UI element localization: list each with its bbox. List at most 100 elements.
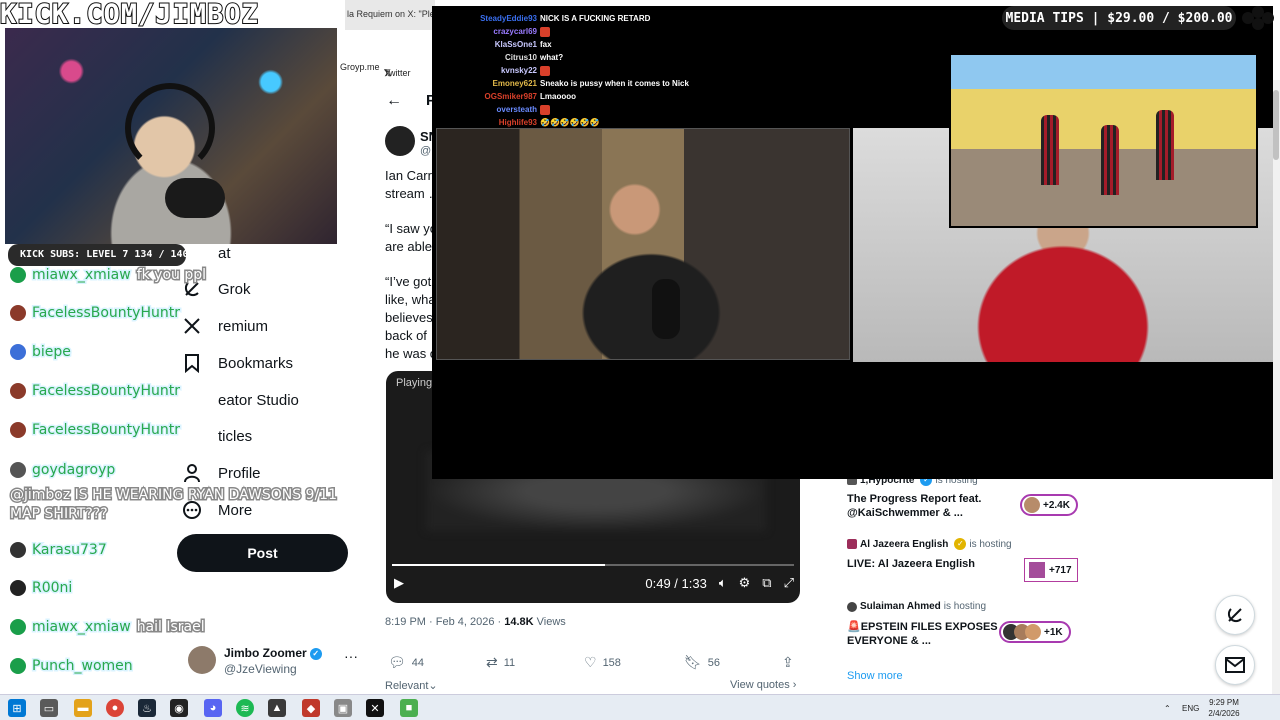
nav-label-grok: Grok: [218, 280, 251, 298]
account-more-icon[interactable]: ···: [344, 648, 358, 664]
avatar: [1024, 497, 1040, 513]
listener-count-pill[interactable]: +1K: [999, 621, 1071, 643]
tray-chevron-icon[interactable]: ⌃: [1164, 695, 1171, 720]
listener-count-pill[interactable]: +717: [1024, 558, 1078, 582]
taskbar-clock[interactable]: 9:29 PM 2/4/2026: [1204, 697, 1244, 719]
nav-item-profile[interactable]: Profile: [180, 458, 261, 488]
host-suffix: is hosting: [943, 601, 987, 612]
grok-float-button[interactable]: [1215, 595, 1255, 635]
emote-icon: [540, 105, 550, 115]
host-avatar: [847, 601, 857, 612]
microphone-shape: [652, 279, 680, 339]
file-explorer-icon[interactable]: ▬: [74, 699, 92, 717]
post-button[interactable]: Post: [177, 534, 348, 572]
volume-icon[interactable]: 🔈︎: [719, 575, 727, 591]
figure-shape: [1101, 125, 1119, 195]
obs-icon[interactable]: ◉: [170, 699, 188, 717]
language-indicator[interactable]: ENG: [1182, 695, 1199, 720]
tweet-text-line: believes: [385, 310, 433, 325]
app-icon[interactable]: ▣: [334, 699, 352, 717]
chat-badge-icon: [10, 267, 26, 283]
microphone-shape: [165, 178, 225, 218]
play-icon[interactable]: ▶: [394, 575, 404, 591]
discord-icon[interactable]: ◕: [204, 699, 222, 717]
bookmark-button[interactable]: 🔖︎ 56: [684, 654, 720, 671]
tweet-timestamp[interactable]: 8:19 PM · Feb 4, 2026 ·: [385, 616, 501, 628]
app-icon[interactable]: ▲: [268, 699, 286, 717]
chat-username: miawx_xmiaw: [31, 266, 133, 285]
chat-username: FacelessBountyHuntr: [31, 382, 182, 401]
chat-message: Punch_women: [10, 657, 139, 676]
pip-icon[interactable]: ⧉: [762, 575, 771, 591]
scrollbar-thumb[interactable]: [1273, 90, 1279, 160]
nav-item-premium[interactable]: remium: [180, 311, 268, 341]
embedded-chat-user: OGSmiker987: [484, 92, 537, 101]
video-controls: ▶ 0:49 / 1:33 🔈︎ ⚙︎ ⧉ ⤢: [394, 571, 794, 595]
embedded-chat-user: Citrus10: [504, 53, 537, 62]
steam-icon[interactable]: ♨: [138, 699, 156, 717]
host-name[interactable]: Sulaiman Ahmed: [860, 601, 941, 612]
view-quotes-link[interactable]: View quotes ›: [730, 679, 796, 691]
chevron-down-icon: ⌄: [428, 680, 438, 692]
repost-icon: ⇄: [486, 654, 498, 670]
chat-message: FacelessBountyHuntr: [10, 382, 186, 401]
embedded-clip-video: [949, 53, 1258, 228]
sort-dropdown[interactable]: Relevant⌄: [385, 679, 438, 692]
author-avatar[interactable]: [385, 126, 415, 156]
chevron-right-icon: ›: [792, 679, 797, 691]
repost-button[interactable]: ⇄ 11: [486, 654, 515, 671]
app-icon[interactable]: ◆: [302, 699, 320, 717]
spotify-icon[interactable]: ≋: [236, 699, 254, 717]
host-name[interactable]: Al Jazeera English: [860, 539, 948, 550]
embedded-chat-user: Emoney621: [492, 79, 537, 88]
tweet-text-line: like, wha: [385, 292, 436, 307]
repost-count: 11: [503, 656, 516, 669]
stream-banner: KICK.COM/JIMBOZ: [0, 0, 345, 31]
nav-item-creator-studio[interactable]: eator Studio: [180, 385, 299, 415]
embedded-chat-text: Sneako is pussy when it comes to Nick: [540, 79, 689, 88]
embedded-chat-line: kvnsky22: [432, 66, 852, 79]
nav-label-creator-studio: eator Studio: [218, 391, 299, 409]
rail-stream-title[interactable]: The Progress Report feat. @KaiSchwemmer …: [847, 492, 1017, 520]
like-count: 158: [602, 656, 621, 669]
video-progress-bar[interactable]: [392, 564, 794, 566]
chat-badge-icon: [10, 383, 26, 399]
app-icon[interactable]: ✕: [366, 699, 384, 717]
chat-username: R00ni: [30, 579, 73, 598]
back-arrow-icon[interactable]: ←: [386, 92, 402, 110]
chat-message: FacelessBountyHuntr: [10, 304, 186, 323]
app-icon[interactable]: ■: [400, 699, 418, 717]
task-view-icon[interactable]: ▭: [40, 699, 58, 717]
nav-item-articles[interactable]: ticles: [180, 421, 252, 451]
listener-count: +2.4K: [1043, 499, 1070, 511]
rail-stream-title[interactable]: LIVE: Al Jazeera English: [847, 557, 1017, 571]
chrome-icon[interactable]: ●: [106, 699, 124, 717]
clock-time: 9:29 PM: [1209, 698, 1239, 707]
chat-username: FacelessBountyHuntr: [31, 304, 182, 323]
chat-username: Karasu737: [31, 541, 109, 560]
video-progress-fill: [392, 564, 606, 566]
show-more-link[interactable]: Show more: [847, 670, 903, 682]
media-tips-icon: [1240, 6, 1276, 30]
settings-icon[interactable]: ⚙︎: [739, 575, 751, 591]
browser-tab[interactable]: la Requiem on X: "Ple: [345, 0, 435, 30]
embedded-chat-text: NICK IS A FUCKING RETARD: [540, 14, 651, 23]
share-icon: ⇪: [782, 654, 794, 670]
nav-item-bookmarks[interactable]: Bookmarks: [180, 348, 293, 378]
messages-float-button[interactable]: [1215, 645, 1255, 685]
figure-shape: [1041, 115, 1059, 185]
account-switcher[interactable]: Jimbo Zoomer ✓ @JzeViewing ···: [188, 646, 363, 680]
fullscreen-icon[interactable]: ⤢: [784, 575, 794, 591]
bookmark-groyp[interactable]: Groyp.me: [340, 62, 380, 72]
account-name-row: Jimbo Zoomer ✓: [224, 646, 322, 660]
share-button[interactable]: ⇪: [782, 654, 794, 671]
windows-start-icon[interactable]: ⊞: [8, 699, 26, 717]
rail-host-row: Sulaiman Ahmed is hosting: [847, 601, 986, 612]
page-scrollbar[interactable]: [1272, 80, 1280, 694]
listener-count-pill[interactable]: +2.4K: [1020, 494, 1078, 516]
reply-button[interactable]: 💬︎ 44: [388, 654, 424, 671]
rail-stream-title[interactable]: 🚨EPSTEIN FILES EXPOSES EVERYONE & ...: [847, 620, 1017, 648]
like-button[interactable]: ♡ 158: [584, 654, 621, 671]
author-handle: @: [420, 145, 432, 157]
heart-icon: ♡: [584, 654, 597, 670]
